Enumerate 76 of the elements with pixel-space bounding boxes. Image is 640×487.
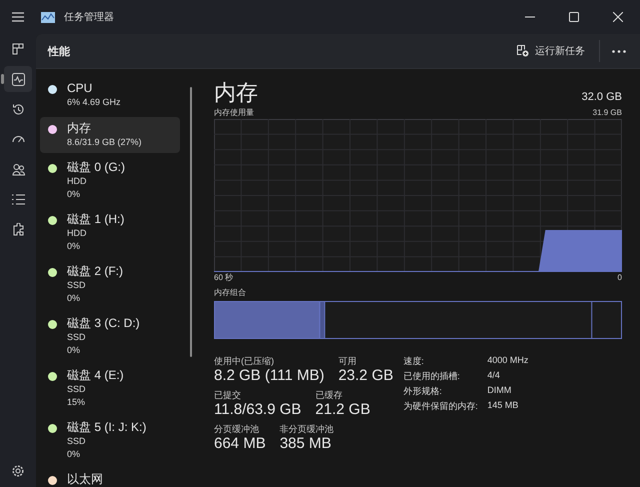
device-detail: HDD	[67, 227, 88, 240]
device-detail: 6% 4.69 GHz	[67, 96, 121, 108]
more-icon[interactable]	[610, 50, 628, 52]
device-detail: SSD	[67, 383, 87, 396]
device-detail: 15%	[67, 396, 86, 408]
device-item[interactable]: 以太网	[40, 468, 180, 487]
detail-label: 为硬件保留的内存:	[403, 400, 479, 413]
device-detail: 0%	[67, 448, 82, 460]
run-new-task-button[interactable]: 运行新任务	[511, 40, 591, 62]
stat-value: 21.2 GB	[315, 401, 370, 419]
stat-value: 11.8/63.9 GB	[214, 401, 302, 419]
window-title: 任务管理器	[64, 11, 114, 24]
device-item[interactable]: CPU 6% 4.69 GHz	[40, 77, 180, 114]
detail-label: 已使用的插槽:	[403, 370, 461, 383]
detail-value: 4/4	[487, 370, 501, 382]
device-detail: SSD	[67, 331, 87, 344]
device-detail: SSD	[67, 435, 87, 448]
detail-label: 速度:	[403, 355, 425, 368]
stat-label: 非分页缓冲池	[280, 423, 334, 435]
stat-label: 可用	[338, 355, 358, 367]
device-detail: SSD	[67, 279, 87, 292]
app-icon	[41, 12, 55, 22]
device-name: 内存	[67, 120, 92, 136]
users-icon	[12, 162, 24, 176]
history-icon	[12, 102, 24, 116]
stat-value: 23.2 GB	[338, 367, 394, 385]
gauge-icon	[12, 133, 24, 145]
stat-value: 8.2 GB (111 MB)	[214, 367, 324, 385]
device-name: 磁盘 5 (I: J: K:)	[67, 420, 146, 435]
device-name: 以太网	[67, 472, 103, 487]
detail-label: 外形规格:	[403, 385, 443, 398]
device-name: CPU	[67, 81, 94, 96]
device-item[interactable]: 内存 8.6/31.9 GB (27%)	[40, 116, 180, 153]
graph-max-label: 31.9 GB	[592, 107, 622, 119]
device-detail: 0%	[67, 188, 82, 200]
stat-label: 使用中(已压缩)	[214, 355, 275, 367]
device-item[interactable]: 磁盘 4 (E:) SSD 15%	[40, 364, 180, 413]
total-memory: 32.0 GB	[582, 91, 622, 103]
device-name: 磁盘 4 (E:)	[67, 368, 124, 383]
grid-icon	[12, 43, 24, 55]
nav-button[interactable]	[4, 66, 32, 92]
settings-icon[interactable]	[12, 465, 24, 477]
device-item[interactable]: 磁盘 0 (G:) HDD 0%	[40, 156, 180, 205]
device-item[interactable]: 磁盘 3 (C: D:) SSD 0%	[40, 312, 180, 361]
memory-title: 内存	[214, 79, 258, 107]
device-detail: HDD	[67, 175, 88, 188]
device-item[interactable]: 磁盘 1 (H:) HDD 0%	[40, 208, 180, 257]
puzzle-icon	[12, 222, 24, 236]
menu-icon[interactable]	[12, 12, 24, 22]
detail-value: DIMM	[487, 385, 512, 397]
device-name: 磁盘 2 (F:)	[67, 264, 123, 279]
device-detail: 0%	[67, 292, 82, 304]
stat-label: 分页缓冲池	[214, 423, 260, 435]
stat-value: 664 MB	[214, 435, 266, 453]
device-detail: 0%	[67, 344, 82, 356]
new-task-icon	[517, 45, 529, 57]
scrollbar[interactable]	[190, 87, 192, 357]
device-name: 磁盘 0 (G:)	[67, 160, 126, 175]
composition-label: 内存组合	[214, 287, 247, 299]
pulse-icon	[12, 72, 24, 86]
list-icon	[12, 194, 24, 204]
device-detail: 8.6/31.9 GB (27%)	[67, 136, 142, 148]
page-title: 性能	[48, 44, 70, 58]
detail-value: 145 MB	[487, 400, 520, 412]
stat-value: 385 MB	[280, 435, 332, 453]
device-item[interactable]: 磁盘 5 (I: J: K:) SSD 0%	[40, 416, 180, 465]
graph-label: 内存使用量	[214, 107, 254, 119]
time-axis-start: 60 秒	[214, 272, 234, 284]
device-detail: 0%	[67, 240, 82, 252]
time-axis-end: 0	[618, 272, 622, 284]
detail-value: 4000 MHz	[487, 355, 528, 367]
device-name: 磁盘 3 (C: D:)	[67, 316, 140, 331]
device-item[interactable]: 磁盘 2 (F:) SSD 0%	[40, 260, 180, 309]
device-name: 磁盘 1 (H:)	[67, 212, 124, 227]
stat-label: 已缓存	[315, 389, 344, 401]
stat-label: 已提交	[214, 389, 242, 401]
